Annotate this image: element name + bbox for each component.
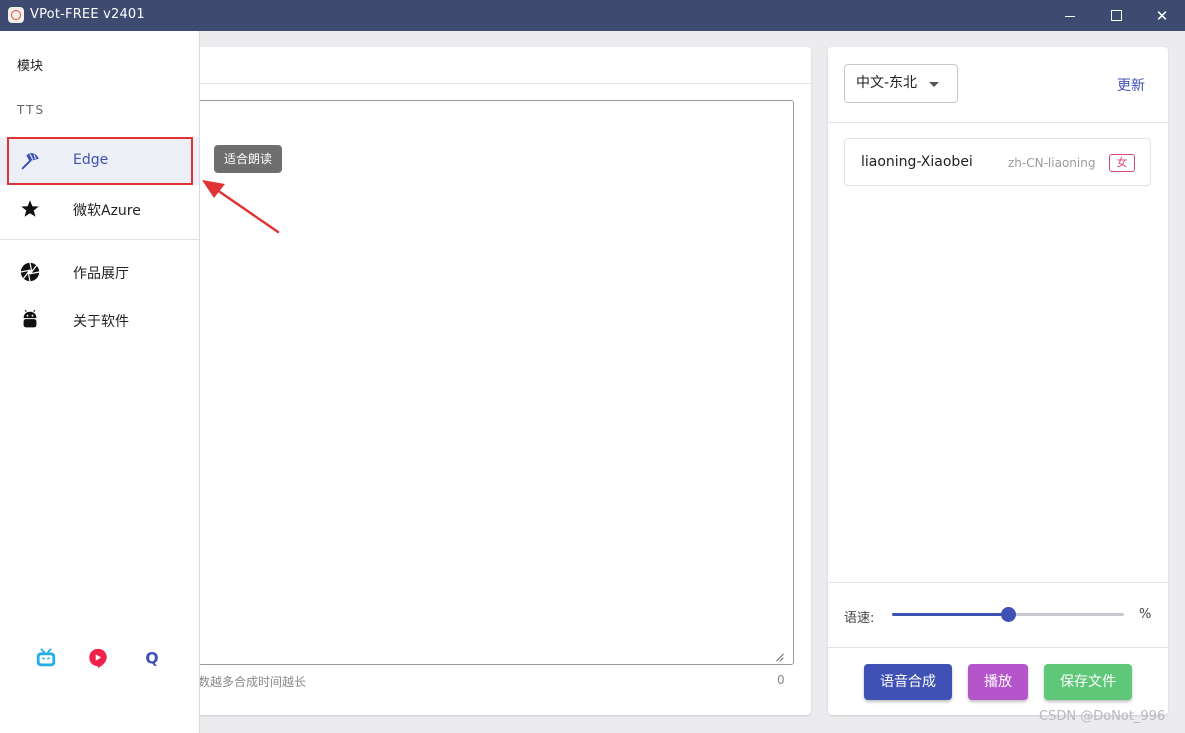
drawer-heading: 模块 — [17, 59, 44, 74]
voice-panel: 中文-东北 更新 liaoning-Xiaobei zh-CN-liaoning… — [828, 47, 1168, 715]
minimize-button[interactable] — [1047, 0, 1093, 31]
aperture-icon — [20, 262, 40, 282]
voice-name: liaoning-Xiaobei — [861, 154, 973, 170]
speed-unit: % — [1139, 607, 1152, 622]
navigation-drawer: 模块 TTS Edge 微软Azure 作品展厅 关于软件 Q — [0, 31, 200, 733]
drawer-section-title: TTS — [17, 103, 46, 117]
drawer-divider — [0, 239, 199, 240]
nav-item-about[interactable]: 关于软件 — [0, 296, 199, 344]
nav-item-label: 关于软件 — [73, 314, 129, 330]
language-select[interactable]: 中文-东北 — [844, 64, 958, 103]
speed-slider-thumb[interactable] — [1001, 607, 1016, 622]
panel-divider — [828, 582, 1168, 583]
speed-label: 语速: — [844, 611, 875, 626]
watermark: CSDN @DoNot_996 — [1039, 709, 1166, 724]
svg-text:Q: Q — [145, 650, 158, 668]
nav-item-azure[interactable]: 微软Azure — [0, 185, 199, 233]
star-icon — [21, 200, 39, 217]
title-bar: VPot-FREE v2401 ✕ — [0, 0, 1185, 31]
close-icon: ✕ — [1155, 6, 1169, 25]
voice-locale: zh-CN-liaoning — [1008, 156, 1096, 170]
editor-card: 数越多合成时间越长 0 — [190, 47, 811, 715]
tooltip: 适合朗读 — [214, 145, 283, 173]
synthesize-button[interactable]: 语音合成 — [864, 664, 952, 700]
speed-slider-fill — [892, 613, 1008, 616]
save-file-button[interactable]: 保存文件 — [1044, 664, 1132, 700]
close-button[interactable]: ✕ — [1139, 0, 1185, 31]
minimize-icon — [1065, 15, 1075, 17]
panel-divider — [828, 647, 1168, 648]
language-select-value: 中文-东北 — [856, 75, 918, 91]
editor-header-divider — [190, 83, 811, 84]
android-icon — [23, 309, 37, 328]
nav-item-label: 作品展厅 — [73, 266, 129, 282]
annotation-arrow-icon — [202, 180, 280, 234]
qq-icon[interactable]: Q — [141, 647, 163, 669]
highlight-annotation-box — [7, 137, 193, 185]
maximize-icon — [1110, 10, 1122, 21]
resize-handle-icon[interactable] — [775, 653, 783, 661]
play-button[interactable]: 播放 — [968, 664, 1028, 700]
caret-down-icon — [929, 82, 939, 87]
app-logo-icon — [8, 7, 24, 23]
window-title: VPot-FREE v2401 — [30, 7, 145, 22]
char-count: 0 — [777, 673, 785, 687]
video-icon[interactable] — [87, 647, 109, 669]
gender-badge: 女 — [1109, 154, 1135, 172]
text-input[interactable] — [198, 100, 794, 665]
maximize-button[interactable] — [1093, 0, 1139, 31]
speed-slider[interactable] — [892, 607, 1124, 622]
voice-list-item[interactable]: liaoning-Xiaobei zh-CN-liaoning 女 — [844, 138, 1151, 186]
nav-item-label: 微软Azure — [73, 203, 141, 219]
editor-hint: 数越多合成时间越长 — [198, 675, 307, 689]
nav-item-gallery[interactable]: 作品展厅 — [0, 248, 199, 296]
bilibili-icon[interactable] — [35, 647, 57, 669]
panel-divider — [828, 122, 1168, 123]
refresh-button[interactable]: 更新 — [1117, 75, 1145, 95]
